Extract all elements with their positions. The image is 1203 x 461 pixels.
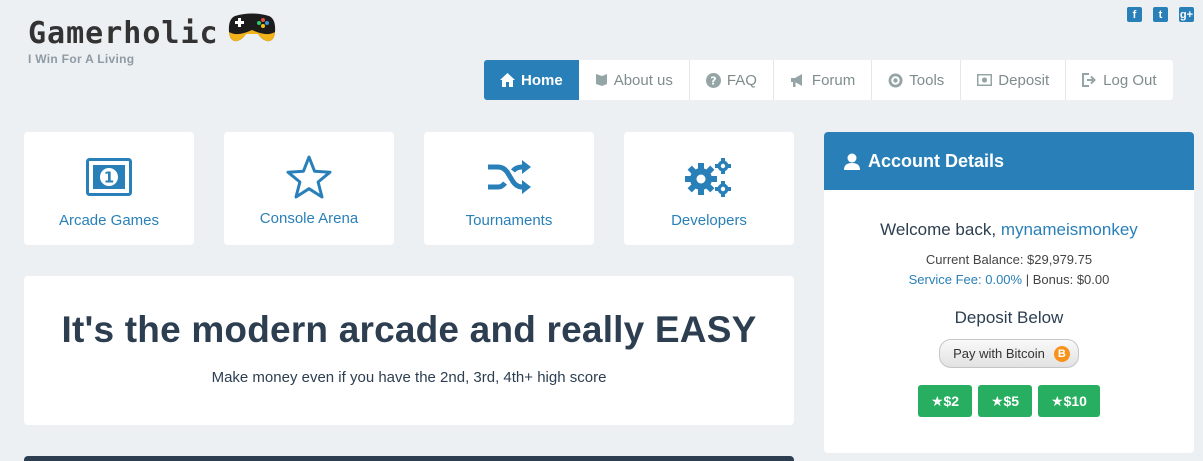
cog-icon bbox=[888, 73, 903, 87]
svg-text:?: ? bbox=[710, 74, 716, 87]
nav-about[interactable]: About us bbox=[579, 60, 690, 100]
deposit-5-button[interactable]: ★$5 bbox=[978, 385, 1032, 417]
logo[interactable]: Gamerholic I Win For A Living bbox=[28, 13, 277, 66]
star-icon bbox=[286, 155, 332, 199]
username-link[interactable]: mynameismonkey bbox=[1001, 220, 1138, 239]
nav-forum-label: Forum bbox=[811, 71, 856, 89]
google-plus-icon[interactable]: g+ bbox=[1179, 7, 1194, 22]
account-panel: Account Details Welcome back, mynameismo… bbox=[824, 132, 1194, 453]
tile-console-arena[interactable]: Console Arena bbox=[224, 132, 394, 245]
site-title: Gamerholic bbox=[28, 15, 219, 51]
home-icon bbox=[500, 73, 515, 87]
hero-headline: It's the modern arcade and really EASY bbox=[61, 309, 757, 350]
deposit-10-button[interactable]: ★$10 bbox=[1038, 385, 1100, 417]
hero-panel: It's the modern arcade and really EASY M… bbox=[24, 276, 794, 425]
svg-text:1: 1 bbox=[104, 169, 114, 187]
nav-home[interactable]: Home bbox=[484, 60, 579, 100]
megaphone-icon bbox=[790, 73, 802, 87]
nav-faq[interactable]: ? FAQ bbox=[690, 60, 774, 100]
tile-developers[interactable]: Developers bbox=[624, 132, 794, 245]
current-balance: Current Balance: $29,979.75 bbox=[925, 252, 1093, 267]
nav-home-label: Home bbox=[521, 71, 563, 89]
nav-faq-label: FAQ bbox=[726, 71, 757, 89]
deposit-2-button[interactable]: ★$2 bbox=[918, 385, 972, 417]
money-icon bbox=[977, 74, 993, 86]
book-icon bbox=[595, 74, 607, 86]
twitter-icon[interactable]: t bbox=[1153, 7, 1168, 22]
main-nav: Home About us ? FAQ Forum Tools Deposit … bbox=[484, 60, 1173, 100]
gamepad-icon bbox=[227, 10, 277, 53]
account-info: Current Balance: $29,979.75 Service Fee:… bbox=[824, 250, 1194, 290]
question-icon: ? bbox=[705, 72, 721, 88]
welcome-message: Welcome back, mynameismonkey bbox=[824, 220, 1194, 240]
pay-with-bitcoin-label: Pay with Bitcoin bbox=[953, 346, 1045, 361]
pay-with-bitcoin-button[interactable]: Pay with Bitcoin B bbox=[939, 339, 1079, 368]
money-bill-icon: 1 bbox=[86, 158, 132, 196]
tile-arcade-games[interactable]: 1 Arcade Games bbox=[24, 132, 194, 245]
nav-tools-label: Tools bbox=[909, 71, 945, 89]
tile-console-label: Console Arena bbox=[259, 210, 359, 227]
cogs-icon bbox=[685, 158, 731, 197]
account-title: Account Details bbox=[868, 150, 1005, 171]
deposit-amounts: ★$2 ★$5 ★$10 bbox=[824, 385, 1194, 417]
info-separator: | bbox=[1025, 272, 1030, 287]
tile-arcade-label: Arcade Games bbox=[58, 212, 160, 229]
account-header: Account Details bbox=[824, 132, 1194, 190]
nav-logout-label: Log Out bbox=[1103, 71, 1157, 89]
hero-subline: Make money even if you have the 2nd, 3rd… bbox=[211, 369, 607, 386]
deposit-title: Deposit Below bbox=[954, 308, 1064, 327]
next-section-bar bbox=[24, 456, 794, 461]
service-fee-link[interactable]: Service Fee: 0.00% bbox=[909, 272, 1022, 287]
bonus-value: Bonus: $0.00 bbox=[1032, 272, 1110, 287]
nav-about-label: About us bbox=[613, 71, 673, 89]
facebook-icon[interactable]: f bbox=[1127, 7, 1142, 22]
user-icon bbox=[844, 153, 860, 170]
tile-tournaments[interactable]: Tournaments bbox=[424, 132, 594, 245]
site-tagline: I Win For A Living bbox=[28, 52, 135, 66]
nav-deposit-label: Deposit bbox=[998, 71, 1050, 89]
social-links: f t g+ bbox=[1127, 7, 1194, 22]
logout-icon bbox=[1082, 73, 1097, 87]
nav-forum[interactable]: Forum bbox=[774, 60, 873, 100]
tile-developers-label: Developers bbox=[671, 212, 747, 229]
welcome-prefix: Welcome back, bbox=[880, 220, 997, 239]
tile-tournaments-label: Tournaments bbox=[465, 212, 553, 229]
nav-logout[interactable]: Log Out bbox=[1066, 60, 1172, 100]
nav-deposit[interactable]: Deposit bbox=[961, 60, 1067, 100]
bitcoin-icon: B bbox=[1053, 345, 1070, 362]
shuffle-icon bbox=[488, 160, 531, 194]
nav-tools[interactable]: Tools bbox=[872, 60, 962, 100]
